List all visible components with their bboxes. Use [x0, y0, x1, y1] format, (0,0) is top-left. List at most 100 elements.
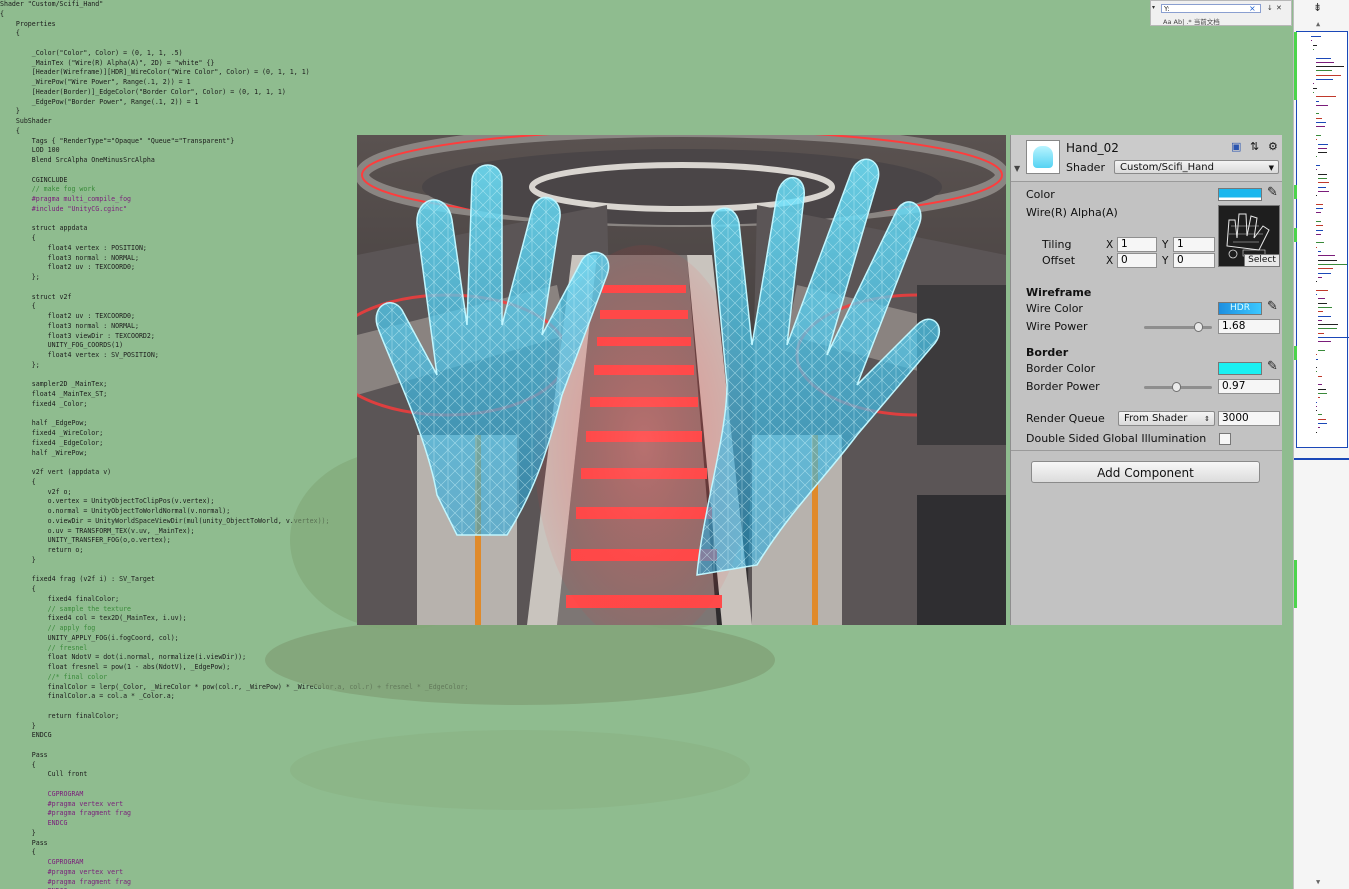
shader-dropdown-value: Custom/Scifi_Hand: [1120, 162, 1214, 173]
minimap-line: [1318, 259, 1337, 261]
border-color-label: Border Color: [1026, 362, 1096, 375]
minimap-line: [1318, 272, 1331, 274]
minimap-line: [1311, 36, 1322, 37]
shader-dropdown[interactable]: Custom/Scifi_Hand ▼: [1114, 160, 1279, 174]
change-marker: [1294, 346, 1297, 360]
minimap-line: [1318, 268, 1333, 270]
find-options[interactable]: Aa Ab| .* 当前文档: [1163, 16, 1220, 26]
tiling-y-field[interactable]: 1: [1173, 237, 1215, 252]
offset-x-field[interactable]: 0: [1117, 253, 1157, 268]
minimap-line: [1315, 61, 1335, 63]
code-line[interactable]: {: [0, 10, 1290, 20]
minimap-line: [1318, 263, 1347, 265]
scroll-down-icon[interactable]: ▼: [1316, 878, 1320, 886]
border-color-swatch[interactable]: [1218, 362, 1262, 375]
minimap-line: [1318, 328, 1337, 330]
render-queue-field[interactable]: 3000: [1218, 411, 1280, 426]
border-power-label: Border Power: [1026, 380, 1100, 393]
split-editor-icon[interactable]: ⇟: [1313, 1, 1322, 14]
clear-icon[interactable]: ×: [1249, 4, 1256, 13]
minimap-line: [1315, 405, 1318, 407]
code-minimap[interactable]: ⇟ ▲ ▼: [1293, 0, 1349, 889]
minimap-line: [1318, 332, 1325, 334]
divider: [1011, 450, 1282, 451]
add-component-button[interactable]: Add Component: [1031, 461, 1260, 483]
minimap-line: [1318, 414, 1322, 416]
change-marker: [1294, 55, 1297, 100]
dsgi-checkbox[interactable]: [1219, 433, 1231, 445]
code-line[interactable]: [Header(Wireframe)][HDR]_WireColor("Wire…: [0, 68, 1290, 78]
minimap-line: [1315, 225, 1323, 227]
code-line[interactable]: Properties: [0, 20, 1290, 30]
minimap-line: [1318, 384, 1322, 386]
scene-view[interactable]: [357, 135, 1006, 625]
tiling-x-field[interactable]: 1: [1117, 237, 1157, 252]
minimap-line: [1315, 229, 1323, 231]
code-line[interactable]: }: [0, 107, 1290, 117]
code-line[interactable]: _Color("Color", Color) = (0, 1, 1, .5): [0, 49, 1290, 59]
texture-slot[interactable]: Select: [1218, 205, 1280, 267]
code-line[interactable]: [0, 39, 1290, 49]
minimap-line: [1318, 251, 1321, 252]
preset-sliders-icon[interactable]: ⇅: [1250, 140, 1259, 153]
fold-arrow-icon[interactable]: ▼: [1014, 164, 1020, 173]
code-line[interactable]: {: [0, 29, 1290, 39]
wire-power-field[interactable]: 1.68: [1218, 319, 1280, 334]
minimap-line: [1315, 195, 1317, 197]
arrow-down-icon[interactable]: ↓: [1267, 4, 1273, 12]
close-icon[interactable]: ✕: [1276, 4, 1282, 12]
minimap-line: [1318, 306, 1333, 308]
wire-power-slider-knob[interactable]: [1194, 322, 1203, 332]
minimap-line: [1315, 208, 1324, 209]
code-line[interactable]: Shader "Custom/Scifi_Hand": [0, 0, 1290, 10]
minimap-line: [1315, 96, 1337, 98]
texture-label: Wire(R) Alpha(A): [1026, 206, 1118, 219]
minimap-line: [1315, 70, 1332, 72]
minimap-viewport[interactable]: [1296, 31, 1349, 448]
minimap-line: [1315, 79, 1333, 80]
border-power-slider-knob[interactable]: [1172, 382, 1181, 392]
minimap-line: [1318, 173, 1327, 175]
tiling-y-label: Y: [1162, 239, 1169, 251]
scroll-up-icon[interactable]: ▲: [1316, 20, 1320, 28]
material-inspector: ▼ Hand_02 Shader Custom/Scifi_Hand ▼ ▣ ⇅…: [1010, 135, 1282, 625]
code-line[interactable]: [Header(Border)]_EdgeColor("Border Color…: [0, 88, 1290, 98]
minimap-line: [1315, 289, 1329, 291]
code-line[interactable]: _MainTex ("Wire(R) Alpha(A)", 2D) = "whi…: [0, 59, 1290, 69]
code-line[interactable]: _EdgePow("Border Power", Range(.1, 2)) =…: [0, 98, 1290, 108]
eyedropper-icon[interactable]: ✎: [1267, 185, 1278, 200]
color-swatch[interactable]: [1218, 188, 1262, 201]
wire-color-swatch[interactable]: HDR: [1218, 302, 1262, 315]
code-line[interactable]: #pragma fragment frag: [0, 878, 1290, 888]
material-name: Hand_02: [1066, 141, 1119, 155]
tiling-x-label: X: [1106, 239, 1114, 251]
minimap-line: [1315, 203, 1324, 205]
offset-y-field[interactable]: 0: [1173, 253, 1215, 268]
render-queue-dropdown[interactable]: From Shader ⇕: [1118, 411, 1215, 426]
color-label: Color: [1026, 188, 1055, 201]
code-line[interactable]: _WirePow("Wire Power", Range(.1, 2)) = 1: [0, 78, 1290, 88]
eyedropper-icon[interactable]: ✎: [1267, 299, 1278, 314]
minimap-line: [1315, 57, 1331, 59]
wire-color-label: Wire Color: [1026, 302, 1083, 315]
help-book-icon[interactable]: ▣: [1231, 140, 1241, 153]
minimap-line: [1318, 427, 1321, 429]
border-power-field[interactable]: 0.97: [1218, 379, 1280, 394]
gear-icon[interactable]: ⚙: [1268, 140, 1278, 153]
wire-power-slider[interactable]: [1144, 322, 1212, 332]
find-input[interactable]: Y:: [1161, 4, 1261, 13]
minimap-line: [1315, 165, 1320, 166]
find-dropdown-icon[interactable]: ▾: [1152, 4, 1155, 11]
border-power-slider[interactable]: [1144, 382, 1212, 392]
texture-select-button[interactable]: Select: [1244, 254, 1279, 266]
minimap-line: [1315, 117, 1323, 119]
minimap-line: [1315, 74, 1342, 76]
code-line[interactable]: SubShader: [0, 117, 1290, 127]
material-preview-thumbnail[interactable]: [1026, 140, 1060, 174]
minimap-line: [1318, 147, 1328, 149]
minimap-line: [1315, 156, 1317, 158]
updown-arrow-icon: ⇕: [1204, 415, 1210, 423]
minimap-line: [1318, 276, 1322, 278]
minimap-line: [1318, 397, 1321, 399]
eyedropper-icon[interactable]: ✎: [1267, 359, 1278, 374]
